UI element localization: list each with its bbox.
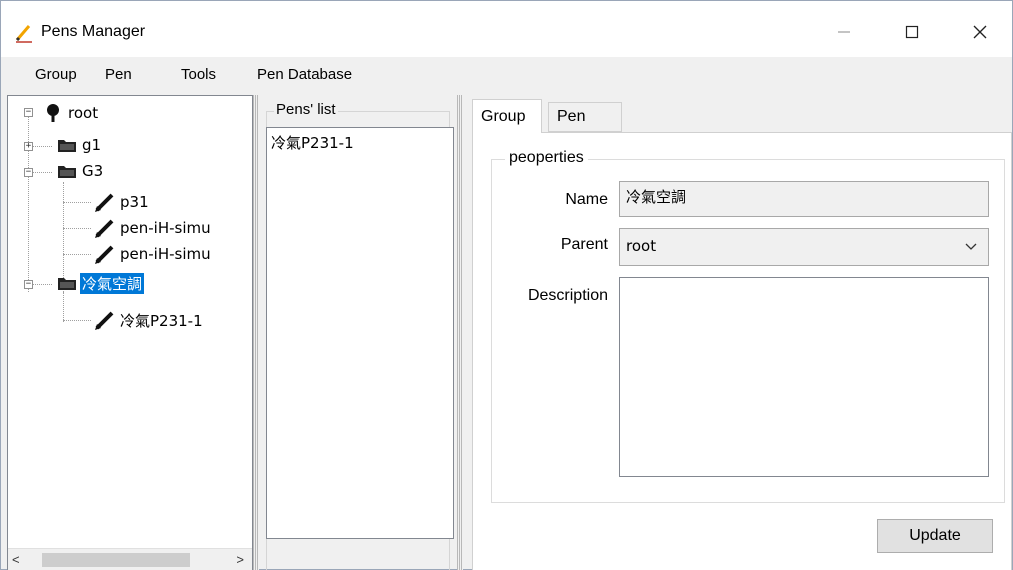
tree-node-label: p31 (120, 193, 149, 211)
panel-splitter[interactable] (457, 95, 463, 570)
folder-icon (58, 278, 76, 290)
close-icon (973, 25, 987, 39)
tree-node-label: pen-iH-simu (120, 245, 211, 263)
minimize-icon (838, 31, 850, 33)
tree-connector (32, 146, 52, 147)
menu-pen[interactable]: Pen (105, 66, 132, 83)
pens-list-title: Pens' list (274, 101, 338, 118)
tree-node-aircon-pen[interactable]: 冷氣P231-1 (94, 309, 205, 331)
tree-connector (63, 228, 91, 229)
tree-node-g3[interactable]: G3 (56, 160, 105, 182)
tree-connector (28, 112, 29, 292)
properties-legend: peoperties (505, 149, 588, 167)
folder-icon (58, 140, 76, 152)
pens-list-group: Pens' list 冷氣P231-1 (260, 95, 455, 570)
expand-toggle[interactable]: + (24, 142, 33, 151)
tree-node-p31[interactable]: p31 (94, 191, 151, 213)
folder-icon (58, 166, 76, 178)
tree-horizontal-scrollbar[interactable]: < > (8, 548, 252, 570)
tree-node-label: G3 (82, 162, 104, 180)
group-tree[interactable]: − root + g1 − G3 p31 pen-iH-simu pen-iH-… (7, 95, 253, 570)
parent-select[interactable]: root (619, 228, 989, 266)
parent-select-value: root (626, 237, 657, 255)
details-panel: Group Pen peoperties Name 冷氣空調 Parent ro… (464, 95, 1012, 570)
tree-connector (63, 202, 91, 203)
tree-node-g1[interactable]: g1 (56, 134, 103, 156)
tree-connector (63, 320, 91, 321)
list-item[interactable]: 冷氣P231-1 (271, 132, 354, 153)
collapse-toggle[interactable]: − (24, 280, 33, 289)
menu-bar: Group Pen Tools Pen Database (1, 57, 1012, 91)
pencil-icon (15, 25, 32, 43)
tab-group[interactable]: Group (472, 99, 542, 133)
description-label: Description (527, 287, 608, 304)
scroll-right-icon[interactable]: > (236, 552, 244, 567)
menu-tools[interactable]: Tools (181, 66, 216, 83)
group-tab-content: peoperties Name 冷氣空調 Parent root Descrip… (472, 132, 1012, 570)
name-field[interactable]: 冷氣空調 (619, 181, 989, 217)
collapse-toggle[interactable]: − (24, 168, 33, 177)
menu-group[interactable]: Group (35, 66, 77, 83)
tree-connector (63, 292, 64, 322)
window-title: Pens Manager (41, 23, 146, 40)
pen-icon (95, 245, 114, 264)
tree-connector (32, 284, 52, 285)
pens-list[interactable]: 冷氣P231-1 (266, 127, 454, 539)
tree-node-label: g1 (82, 136, 102, 154)
menu-pen-database[interactable]: Pen Database (257, 66, 352, 83)
description-field[interactable] (619, 277, 989, 477)
scroll-left-icon[interactable]: < (12, 552, 20, 567)
pen-icon (95, 219, 114, 238)
tree-node-root[interactable]: root (42, 102, 100, 124)
chevron-down-icon (965, 243, 977, 250)
tree-icon (47, 104, 59, 122)
title-bar: Pens Manager (1, 1, 1012, 57)
close-button[interactable] (957, 15, 1003, 49)
tree-node-pen-ih-simu[interactable]: pen-iH-simu (94, 217, 213, 239)
tree-node-label: 冷氣空調 (80, 272, 145, 294)
pen-icon (95, 193, 114, 212)
parent-label: Parent (560, 236, 608, 253)
panel-splitter[interactable] (253, 95, 259, 570)
tree-node-label: pen-iH-simu (120, 219, 211, 237)
scrollbar-thumb[interactable] (42, 553, 190, 567)
tab-pen[interactable]: Pen (548, 102, 622, 132)
tree-node-pen-ih-simu[interactable]: pen-iH-simu (94, 243, 213, 265)
maximize-button[interactable] (889, 15, 935, 49)
tree-node-label: root (68, 104, 99, 122)
maximize-icon (905, 25, 919, 39)
tree-connector (32, 172, 52, 173)
tree-connector (63, 254, 91, 255)
pens-manager-window: Pens Manager Group Pen Tools Pen Databas… (0, 0, 1013, 570)
tree-node-label: 冷氣P231-1 (120, 311, 203, 330)
update-button[interactable]: Update (877, 519, 993, 553)
collapse-toggle[interactable]: − (24, 108, 33, 117)
tree-node-aircon-group[interactable]: 冷氣空調 (56, 272, 145, 294)
name-label: Name (565, 191, 608, 208)
pen-icon (95, 311, 114, 330)
minimize-button[interactable] (821, 15, 867, 49)
